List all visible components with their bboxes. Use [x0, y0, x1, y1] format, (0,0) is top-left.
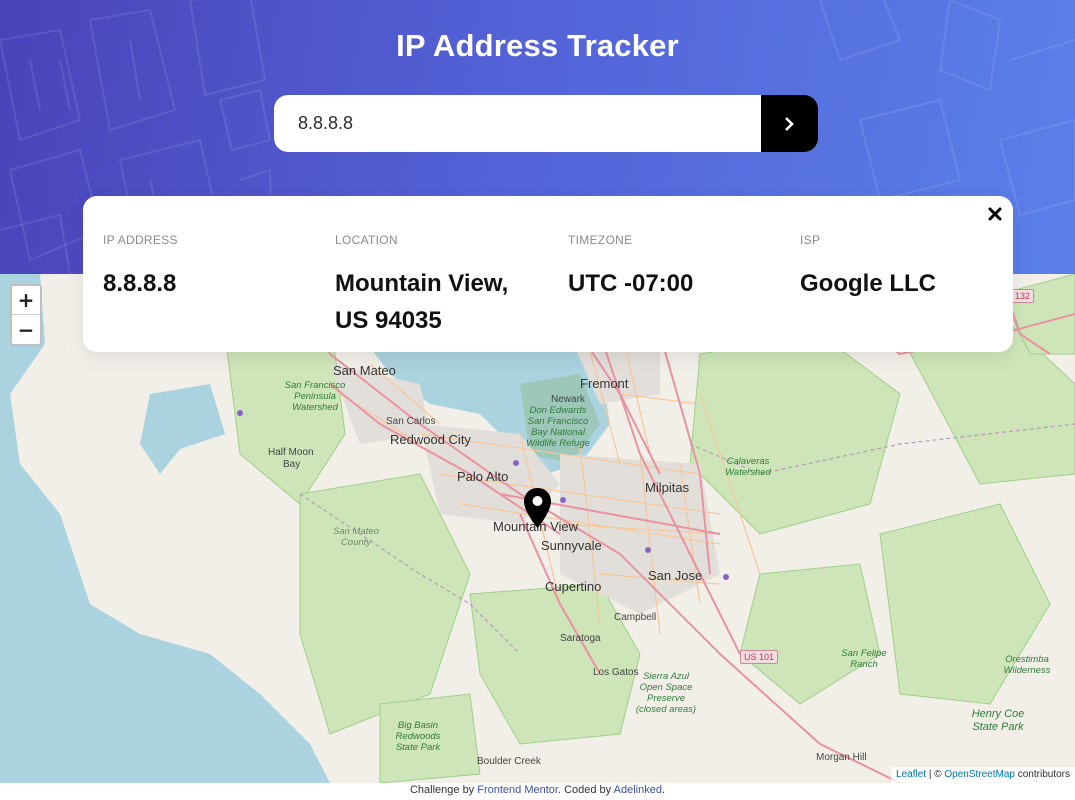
map-label-morgan-hill: Morgan Hill: [816, 752, 867, 763]
map-label-orestimba: Orestimba Wilderness: [1003, 654, 1051, 676]
ip-address-value: 8.8.8.8: [103, 270, 177, 297]
map-label-henry-coe: Henry Coe State Park: [971, 708, 1025, 733]
isp-block: ISP Google LLC: [800, 233, 1020, 302]
frontend-mentor-link[interactable]: Frontend Mentor: [477, 784, 558, 796]
map-label-newark: Newark: [551, 394, 585, 405]
map-label-don-edwards: Don Edwards San Francisco Bay National W…: [526, 405, 590, 449]
leaflet-link[interactable]: Leaflet: [896, 769, 926, 780]
location-pin-icon[interactable]: [524, 488, 551, 528]
map-label-sunnyvale: Sunnyvale: [541, 538, 602, 553]
map-label-san-mateo-county: San Mateo County: [333, 526, 379, 548]
attribution-suffix: contributors: [1017, 769, 1070, 780]
zoom-in-button[interactable]: +: [12, 286, 40, 315]
map-label-san-jose: San Jose: [648, 568, 703, 583]
map-label-san-carlos: San Carlos: [386, 416, 436, 427]
page-title: IP Address Tracker: [396, 28, 679, 63]
attribution-separator: | ©: [928, 769, 942, 780]
map-label-saratoga: Saratoga: [560, 633, 601, 644]
search-submit-button[interactable]: [761, 95, 818, 152]
ip-search-input[interactable]: [274, 95, 761, 152]
route-us101-shield: US 101: [740, 650, 779, 664]
map-label-palo-alto: Palo Alto: [457, 469, 509, 484]
location-value: Mountain View, US 94035: [335, 270, 509, 334]
map-label-redwood-city: Redwood City: [390, 432, 471, 447]
map-label-sf-watershed: San Francisco Peninsula Watershed: [284, 380, 346, 413]
openstreetmap-link[interactable]: OpenStreetMap: [944, 769, 1015, 780]
ip-address-label: IP ADDRESS: [103, 233, 178, 247]
location-block: LOCATION Mountain View, US 94035: [335, 233, 535, 339]
footer-middle: . Coded by: [557, 784, 612, 796]
close-card-button[interactable]: [987, 206, 1003, 222]
map-label-half-moon: Half Moon: [268, 447, 314, 458]
map-label-sierra-azul: Sierra Azul Open Space Preserve (closed …: [635, 671, 697, 715]
author-link[interactable]: Adelinked: [614, 784, 662, 796]
map-label-campbell: Campbell: [614, 612, 657, 623]
timezone-block: TIMEZONE UTC -07:00: [568, 233, 788, 302]
map-label-milpitas: Milpitas: [645, 480, 690, 495]
timezone-label: TIMEZONE: [568, 233, 633, 247]
map-label-san-mateo: San Mateo: [333, 363, 396, 378]
isp-value: Google LLC: [800, 270, 936, 297]
ip-address-block: IP ADDRESS 8.8.8.8: [103, 233, 323, 302]
isp-label: ISP: [800, 233, 821, 247]
map-label-calaveras: Calaveras Watershed: [725, 456, 771, 478]
map-label-fremont: Fremont: [580, 376, 629, 391]
location-label: LOCATION: [335, 233, 398, 247]
zoom-out-button[interactable]: −: [12, 315, 40, 344]
close-icon: [988, 207, 1002, 221]
map-label-los-gatos: Los Gatos: [593, 667, 639, 678]
chevron-right-icon: [785, 116, 794, 131]
map-label-boulder-creek: Boulder Creek: [477, 756, 541, 767]
ip-search-form: [274, 95, 818, 152]
map-attribution: Leaflet | © OpenStreetMap contributors: [891, 767, 1075, 783]
map-label-bay: Bay: [283, 459, 301, 470]
zoom-control: + −: [10, 284, 42, 346]
map-label-cupertino: Cupertino: [545, 579, 602, 594]
page-footer: Challenge by Frontend Mentor. Coded by A…: [0, 783, 1075, 800]
timezone-value: UTC -07:00: [568, 270, 694, 297]
ip-info-card: IP ADDRESS 8.8.8.8 LOCATION Mountain Vie…: [83, 196, 1013, 352]
map-label-san-felipe: San Felipe Ranch: [841, 648, 887, 670]
footer-suffix: .: [661, 784, 666, 796]
map-label-big-basin: Big Basin Redwoods State Park: [395, 720, 441, 753]
footer-prefix: Challenge by: [409, 784, 475, 796]
